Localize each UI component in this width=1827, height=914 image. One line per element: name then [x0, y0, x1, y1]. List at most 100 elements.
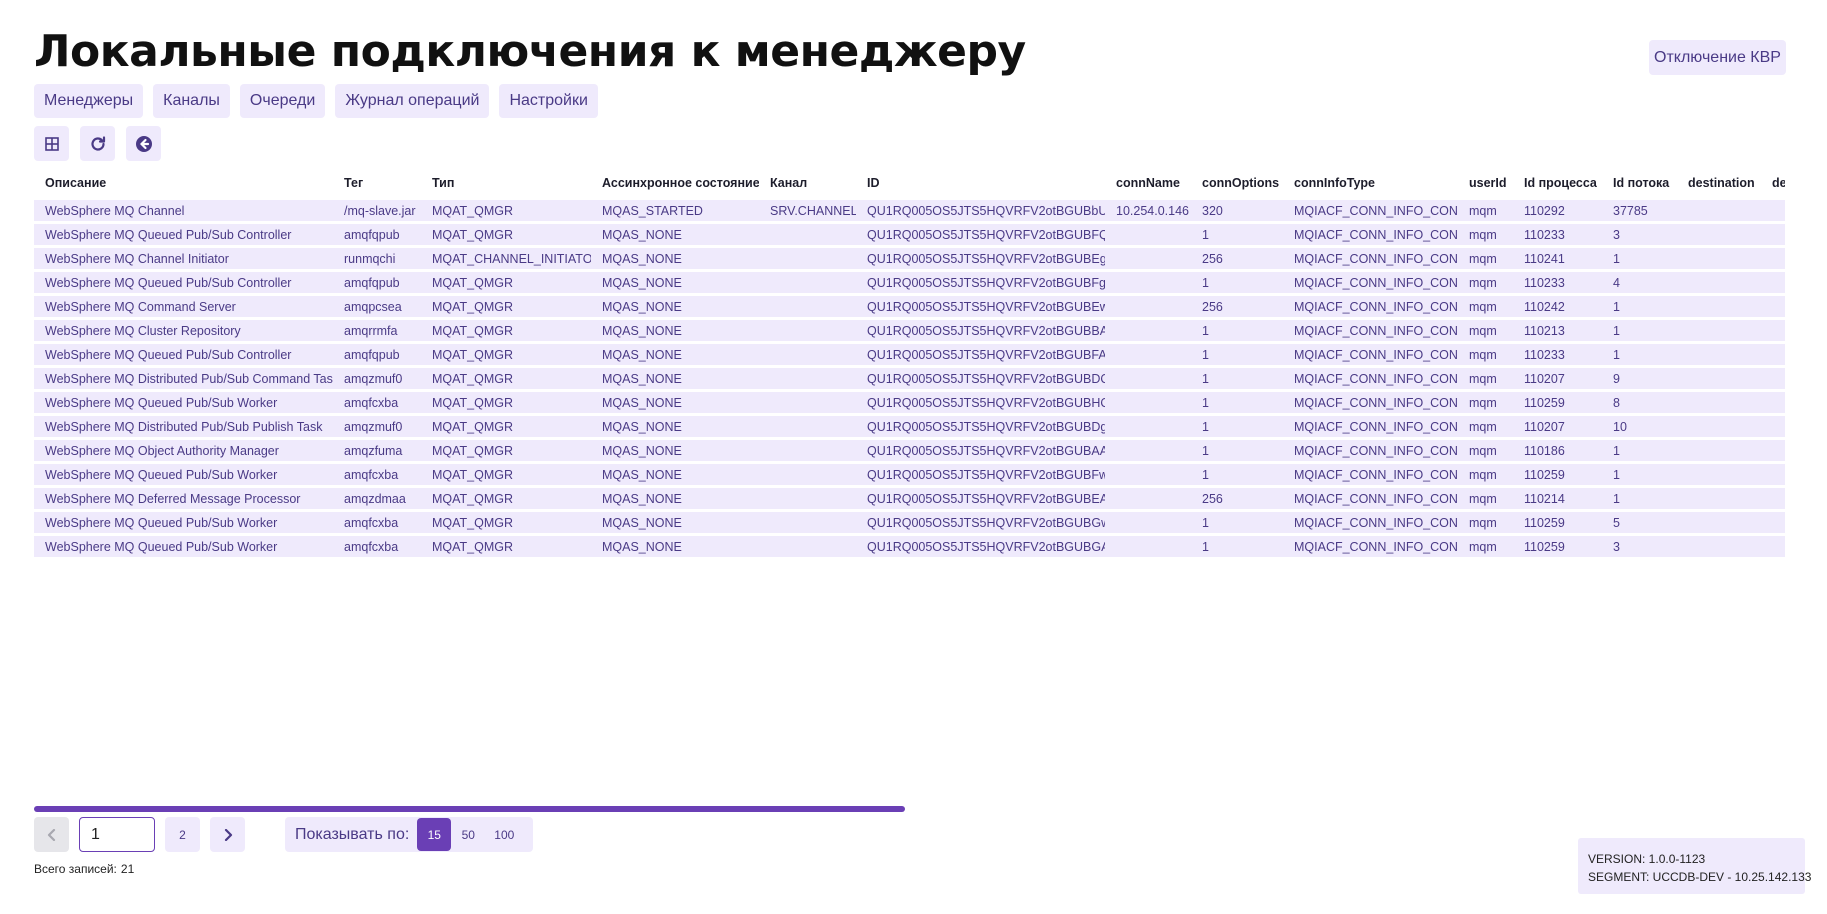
- table-row[interactable]: WebSphere MQ Channel/mq-slave.jar MQAT_QM…: [34, 200, 1785, 221]
- table-cell: MQAT_QMGR: [421, 464, 591, 485]
- table-cell: MQIACF_CONN_INFO_CONN: [1283, 440, 1458, 461]
- table-cell: QU1RQ005OS5JTS5HQVRFV2otBGUBGwAg: [856, 512, 1105, 533]
- table-cell: [1677, 368, 1761, 389]
- table-row[interactable]: WebSphere MQ Queued Pub/Sub Controller am…: [34, 224, 1785, 245]
- table-cell: 110259: [1513, 536, 1602, 557]
- table-cell: [1761, 536, 1785, 557]
- table-cell: 1: [1191, 272, 1283, 293]
- table-cell: [1105, 320, 1191, 341]
- column-header[interactable]: Id процесса: [1513, 175, 1602, 197]
- table-cell: 1: [1602, 248, 1677, 269]
- columns-button[interactable]: [34, 126, 69, 161]
- table-row[interactable]: WebSphere MQ Queued Pub/Sub Worker amqfcx…: [34, 392, 1785, 413]
- column-header[interactable]: connInfoType: [1283, 175, 1458, 197]
- table-cell: 110213: [1513, 320, 1602, 341]
- table-row[interactable]: WebSphere MQ Distributed Pub/Sub Command…: [34, 368, 1785, 389]
- column-header[interactable]: destination: [1677, 175, 1761, 197]
- table-cell: WebSphere MQ Queued Pub/Sub Controller: [34, 272, 333, 293]
- back-button[interactable]: [126, 126, 161, 161]
- total-records: Всего записей: 21: [34, 862, 134, 876]
- column-header[interactable]: connName: [1105, 175, 1191, 197]
- table-cell: 8: [1602, 392, 1677, 413]
- table-cell: MQAT_QMGR: [421, 416, 591, 437]
- table-row[interactable]: WebSphere MQ Distributed Pub/Sub Publish…: [34, 416, 1785, 437]
- table-cell: MQAT_QMGR: [421, 344, 591, 365]
- table-cell: [1105, 344, 1191, 365]
- table-cell: mqm: [1458, 440, 1513, 461]
- table-cell: WebSphere MQ Command Server: [34, 296, 333, 317]
- refresh-button[interactable]: [80, 126, 115, 161]
- per-page-option-15[interactable]: 15: [417, 818, 452, 851]
- table-cell: [759, 440, 856, 461]
- nav-managers[interactable]: Менеджеры: [34, 84, 144, 118]
- next-page-button[interactable]: [210, 817, 245, 852]
- nav-settings[interactable]: Настройки: [499, 84, 598, 118]
- table-cell: /mq-slave.jar: [333, 200, 421, 221]
- column-header[interactable]: Тег: [333, 175, 421, 197]
- table-cell: amqfqpub: [333, 344, 421, 365]
- table-cell: [1105, 368, 1191, 389]
- column-header[interactable]: connOptions: [1191, 175, 1283, 197]
- page-input[interactable]: [79, 817, 155, 852]
- prev-page-button[interactable]: [34, 817, 69, 852]
- nav-queues[interactable]: Очереди: [239, 84, 326, 118]
- table-cell: MQAS_NONE: [591, 512, 759, 533]
- table-cell: [759, 488, 856, 509]
- table-row[interactable]: WebSphere MQ Queued Pub/Sub Controller am…: [34, 344, 1785, 365]
- table-row[interactable]: WebSphere MQ Cluster Repository amqrrmfa M…: [34, 320, 1785, 341]
- table-row[interactable]: WebSphere MQ Queued Pub/Sub Worker amqfcx…: [34, 464, 1785, 485]
- table-cell: mqm: [1458, 248, 1513, 269]
- table-cell: [1105, 440, 1191, 461]
- table-cell: MQAT_QMGR: [421, 440, 591, 461]
- table-cell: [1677, 320, 1761, 341]
- table-cell: [759, 248, 856, 269]
- table-cell: 5: [1602, 512, 1677, 533]
- table-row[interactable]: WebSphere MQ Queued Pub/Sub Worker amqfcx…: [34, 512, 1785, 533]
- table-cell: mqm: [1458, 512, 1513, 533]
- column-header[interactable]: Канал: [759, 175, 856, 197]
- per-page-option-50[interactable]: 50: [451, 817, 485, 852]
- per-page-option-100[interactable]: 100: [485, 817, 523, 852]
- column-header[interactable]: Тип: [421, 175, 591, 197]
- table-cell: MQAS_NONE: [591, 248, 759, 269]
- table-cell: 1: [1602, 464, 1677, 485]
- table-cell: [1677, 440, 1761, 461]
- version-text: VERSION: 1.0.0-1123: [1588, 852, 1706, 866]
- table-cell: QU1RQ005OS5JTS5HQVRFV2otBGUBGAAg: [856, 536, 1105, 557]
- table-cell: [1105, 536, 1191, 557]
- table-cell: [1677, 224, 1761, 245]
- table-cell: QU1RQ005OS5JTS5HQVRFV2otBGUBDQAg: [856, 368, 1105, 389]
- table-cell: WebSphere MQ Channel Initiator: [34, 248, 333, 269]
- column-header[interactable]: Id потока: [1602, 175, 1677, 197]
- table-cell: [1677, 272, 1761, 293]
- column-header[interactable]: Описание: [34, 175, 333, 197]
- chevron-right-icon: [224, 828, 232, 841]
- table-cell: 1: [1191, 368, 1283, 389]
- column-header[interactable]: ID: [856, 175, 1105, 197]
- column-header[interactable]: userId: [1458, 175, 1513, 197]
- column-header[interactable]: de: [1761, 175, 1785, 197]
- kvr-disable-button[interactable]: Отключение КВР: [1649, 40, 1786, 75]
- table-cell: 110292: [1513, 200, 1602, 221]
- table-row[interactable]: WebSphere MQ Deferred Message Processor a…: [34, 488, 1785, 509]
- page-2-button[interactable]: 2: [165, 817, 200, 852]
- table-cell: MQAS_NONE: [591, 416, 759, 437]
- table-row[interactable]: WebSphere MQ Queued Pub/Sub Controller am…: [34, 272, 1785, 293]
- table-cell: 1: [1602, 320, 1677, 341]
- table-cell: amqzdmaa: [333, 488, 421, 509]
- table-row[interactable]: WebSphere MQ Object Authority Manager amq…: [34, 440, 1785, 461]
- table-cell: [1105, 512, 1191, 533]
- table-row[interactable]: WebSphere MQ Channel Initiator runmqchi MQ…: [34, 248, 1785, 269]
- nav-operations-log[interactable]: Журнал операций: [335, 84, 490, 118]
- table-cell: MQAT_QMGR: [421, 512, 591, 533]
- table-cell: [1761, 224, 1785, 245]
- nav-channels[interactable]: Каналы: [153, 84, 230, 118]
- table-cell: amqzmuf0: [333, 416, 421, 437]
- table-cell: MQIACF_CONN_INFO_CONN: [1283, 296, 1458, 317]
- table-scroll-bar[interactable]: [34, 806, 905, 812]
- table-cell: MQAS_NONE: [591, 440, 759, 461]
- column-header[interactable]: Ассинхронное состояние: [591, 175, 759, 197]
- table-row[interactable]: WebSphere MQ Queued Pub/Sub Worker amqfcx…: [34, 536, 1785, 557]
- table-cell: amqfcxba: [333, 536, 421, 557]
- table-row[interactable]: WebSphere MQ Command Server amqpcsea MQAT_…: [34, 296, 1785, 317]
